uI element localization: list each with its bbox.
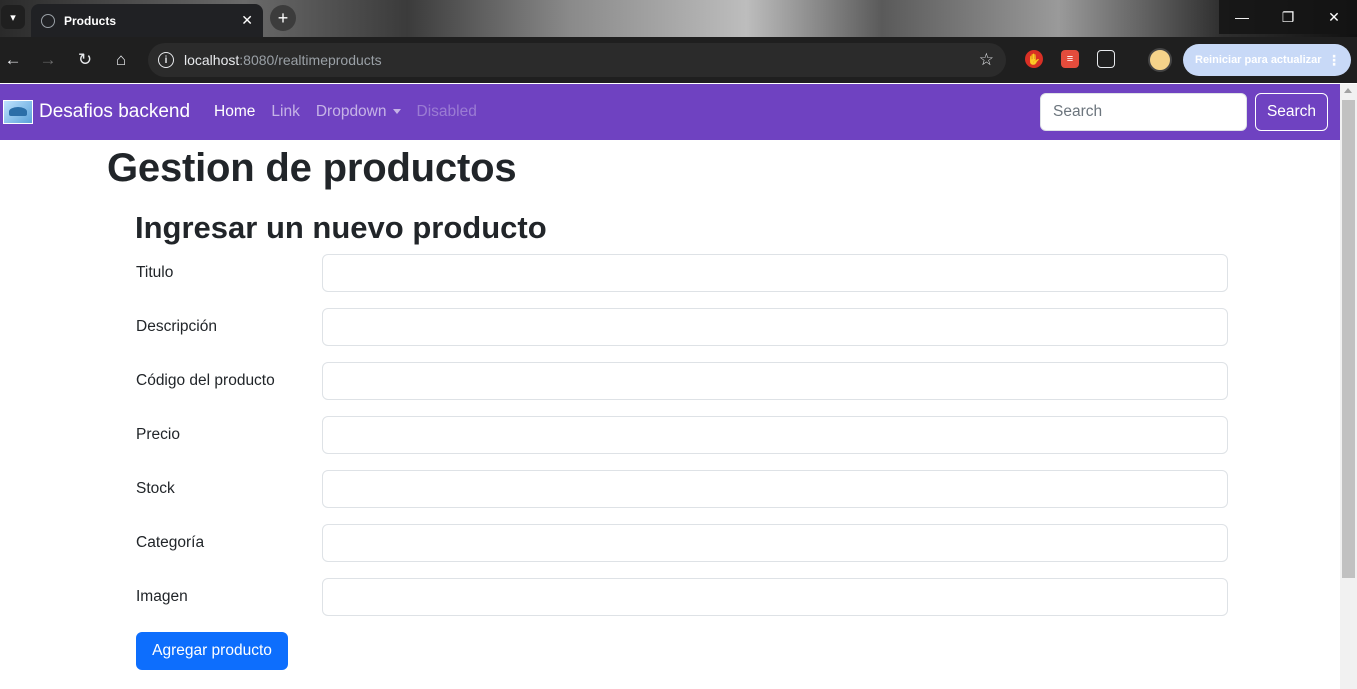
descripcion-input[interactable] [322, 308, 1228, 346]
caret-down-icon [392, 109, 401, 115]
update-button-label: Reiniciar para actualizar [1195, 54, 1322, 66]
window-controls: — ❐ ✕ [1219, 0, 1357, 34]
agregar-producto-button[interactable]: Agregar producto [136, 632, 288, 670]
navbar-brand[interactable]: Desafios backend [3, 100, 190, 124]
label-titulo: Titulo [136, 264, 174, 281]
imagen-input[interactable] [322, 578, 1228, 616]
todoist-extension-icon[interactable]: ≡ [1061, 50, 1079, 68]
form-heading: Ingresar un nuevo producto [135, 210, 547, 245]
nav-links: Home Link Dropdown Disabled [206, 103, 485, 121]
dropdown-label: Dropdown [315, 103, 387, 120]
nav-link-disabled: Disabled [416, 103, 477, 120]
site-navbar: Desafios backend Home Link Dropdown Disa… [0, 84, 1340, 140]
back-arrow-icon[interactable]: ← [1, 48, 25, 72]
tab-title: Products [64, 13, 117, 28]
site-info-icon[interactable]: i [158, 52, 174, 68]
home-icon[interactable]: ⌂ [109, 48, 133, 72]
brand-logo-icon [3, 100, 33, 124]
brand-text: Desafios backend [39, 101, 191, 122]
new-tab-button[interactable]: + [270, 5, 296, 31]
page-title: Gestion de productos [107, 146, 517, 190]
forward-arrow-icon[interactable]: → [36, 48, 60, 72]
label-imagen: Imagen [136, 588, 188, 605]
update-browser-button[interactable]: Reiniciar para actualizar ⋮ [1183, 44, 1351, 76]
categoria-input[interactable] [322, 524, 1228, 562]
label-categoria: Categoría [136, 534, 205, 551]
globe-icon [41, 13, 55, 28]
scroll-up-arrow-icon[interactable] [1344, 88, 1352, 93]
browser-toolbar: ← → ↻ ⌂ i localhost :8080/realtimeproduc… [0, 37, 1357, 83]
label-descripcion: Descripción [136, 318, 217, 335]
browser-tab-strip: ▾ Products ✕ + — ❐ ✕ [0, 0, 1357, 37]
nav-link-dropdown[interactable]: Dropdown [316, 103, 401, 121]
titulo-input[interactable] [322, 254, 1228, 292]
navbar-search-button[interactable]: Search [1255, 93, 1328, 131]
page-viewport: Desafios backend Home Link Dropdown Disa… [0, 84, 1357, 689]
extensions-puzzle-icon[interactable] [1097, 50, 1115, 68]
more-vert-icon: ⋮ [1327, 51, 1341, 68]
bookmark-star-icon[interactable]: ☆ [979, 50, 994, 70]
url-path: :8080/realtimeproducts [239, 52, 382, 68]
minimize-icon[interactable]: — [1219, 0, 1265, 34]
tab-close-icon[interactable]: ✕ [241, 12, 253, 29]
adblock-extension-icon[interactable]: ✋ [1025, 50, 1043, 68]
nav-link-home[interactable]: Home [214, 103, 255, 121]
navbar-search-input[interactable] [1040, 93, 1247, 131]
browser-tab-products[interactable]: Products ✕ [31, 4, 263, 37]
reload-icon[interactable]: ↻ [73, 48, 97, 72]
tab-search-button[interactable]: ▾ [1, 5, 25, 29]
profile-avatar[interactable] [1148, 48, 1172, 72]
scrollbar-thumb[interactable] [1342, 100, 1355, 578]
nav-link-link[interactable]: Link [271, 103, 299, 121]
restore-icon[interactable]: ❐ [1265, 0, 1311, 34]
label-stock: Stock [136, 480, 175, 497]
page-scrollbar[interactable] [1340, 84, 1357, 689]
address-bar[interactable]: i localhost :8080/realtimeproducts ☆ [148, 43, 1006, 77]
stock-input[interactable] [322, 470, 1228, 508]
label-codigo: Código del producto [136, 372, 275, 389]
precio-input[interactable] [322, 416, 1228, 454]
codigo-input[interactable] [322, 362, 1228, 400]
label-precio: Precio [136, 426, 180, 443]
url-host: localhost [184, 52, 240, 68]
close-window-icon[interactable]: ✕ [1311, 0, 1357, 34]
